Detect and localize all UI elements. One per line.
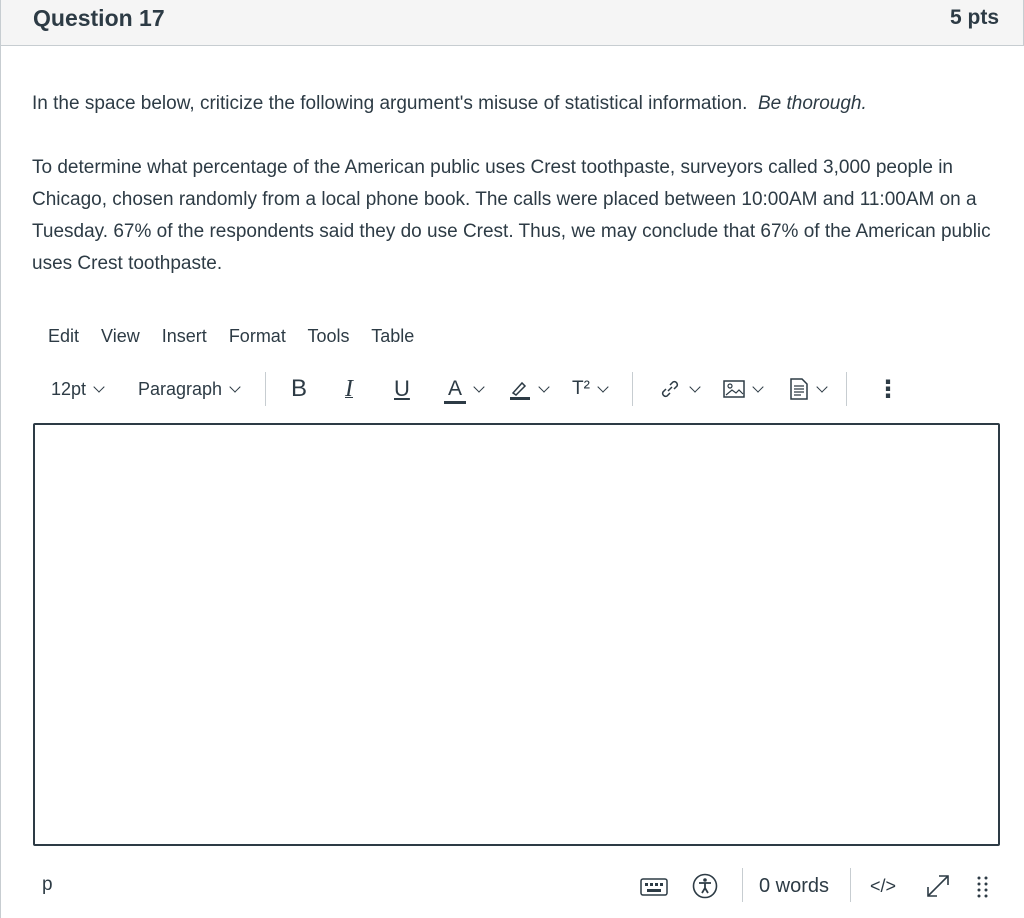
chevron-down-icon xyxy=(93,380,105,393)
menu-format[interactable]: Format xyxy=(229,326,286,346)
highlighter-icon xyxy=(510,381,530,400)
toolbar-divider xyxy=(846,372,847,406)
statusbar-divider xyxy=(850,868,851,902)
keyboard-shortcuts-button[interactable] xyxy=(640,870,668,902)
underline-button[interactable]: U xyxy=(394,372,410,406)
rich-text-editor[interactable] xyxy=(33,423,1000,846)
text-color-button[interactable]: A xyxy=(444,372,485,406)
chevron-down-icon xyxy=(689,380,701,393)
word-count[interactable]: 0 words xyxy=(759,870,829,902)
question-title: Question 17 xyxy=(33,5,165,31)
chevron-down-icon xyxy=(538,380,550,393)
fullscreen-icon xyxy=(927,875,949,897)
font-size-select[interactable]: 12pt xyxy=(51,372,105,406)
menu-edit[interactable]: Edit xyxy=(48,326,79,346)
highlight-color-button[interactable] xyxy=(509,372,550,406)
chevron-down-icon xyxy=(752,380,764,393)
menu-tools[interactable]: Tools xyxy=(308,326,350,346)
editor-statusbar: p 0 words </> xyxy=(0,862,1024,910)
color-swatch xyxy=(444,401,466,404)
text-color-icon: A xyxy=(444,377,466,404)
editor-menubar: Edit View Insert Format Tools Table xyxy=(48,326,431,350)
font-size-value: 12pt xyxy=(51,378,87,399)
resize-handle-icon xyxy=(977,876,988,898)
chevron-down-icon xyxy=(816,380,828,393)
menu-insert[interactable]: Insert xyxy=(162,326,207,346)
accessibility-checker-button[interactable] xyxy=(692,870,718,902)
question-points: 5 pts xyxy=(949,6,999,29)
question-header: Question 17 5 pts xyxy=(0,0,1024,46)
document-button[interactable] xyxy=(789,372,828,406)
menu-table[interactable]: Table xyxy=(371,326,414,346)
element-path[interactable]: p xyxy=(42,874,53,896)
fullscreen-button[interactable] xyxy=(925,870,951,902)
link-icon xyxy=(661,380,679,398)
link-button[interactable] xyxy=(658,372,701,406)
underline-label: U xyxy=(394,376,410,401)
toolbar-divider xyxy=(632,372,633,406)
argument-text: To determine what percentage of the Amer… xyxy=(32,157,991,274)
statusbar-divider xyxy=(742,868,743,902)
editor-toolbar: 12pt Paragraph B I U A T² ⋮ xyxy=(48,372,908,406)
bold-label: B xyxy=(291,375,308,402)
image-icon xyxy=(723,380,745,398)
chevron-down-icon xyxy=(597,380,609,393)
html-editor-toggle[interactable]: </> xyxy=(870,870,896,902)
more-tools-button[interactable]: ⋮ xyxy=(876,372,900,406)
accessibility-icon xyxy=(692,873,718,899)
superscript-label: T² xyxy=(572,378,590,399)
text-color-label: A xyxy=(447,377,462,400)
block-format-select[interactable]: Paragraph xyxy=(138,372,241,406)
block-format-value: Paragraph xyxy=(138,378,223,399)
chevron-down-icon xyxy=(473,380,485,393)
toolbar-divider xyxy=(265,372,266,406)
chevron-down-icon xyxy=(229,380,241,393)
bold-button[interactable]: B xyxy=(291,372,307,406)
resize-handle[interactable] xyxy=(976,870,990,902)
image-button[interactable] xyxy=(723,372,764,406)
superscript-button[interactable]: T² xyxy=(572,372,609,406)
more-icon: ⋮ xyxy=(876,375,900,403)
document-icon xyxy=(790,378,808,400)
italic-button[interactable]: I xyxy=(345,372,353,406)
keyboard-icon xyxy=(640,878,668,896)
prompt-text: In the space below, criticize the follow… xyxy=(32,93,748,114)
italic-label: I xyxy=(345,375,353,402)
menu-view[interactable]: View xyxy=(101,326,140,346)
question-prompt: In the space below, criticize the follow… xyxy=(32,88,1007,120)
prompt-emphasis: Be thorough. xyxy=(757,93,867,114)
